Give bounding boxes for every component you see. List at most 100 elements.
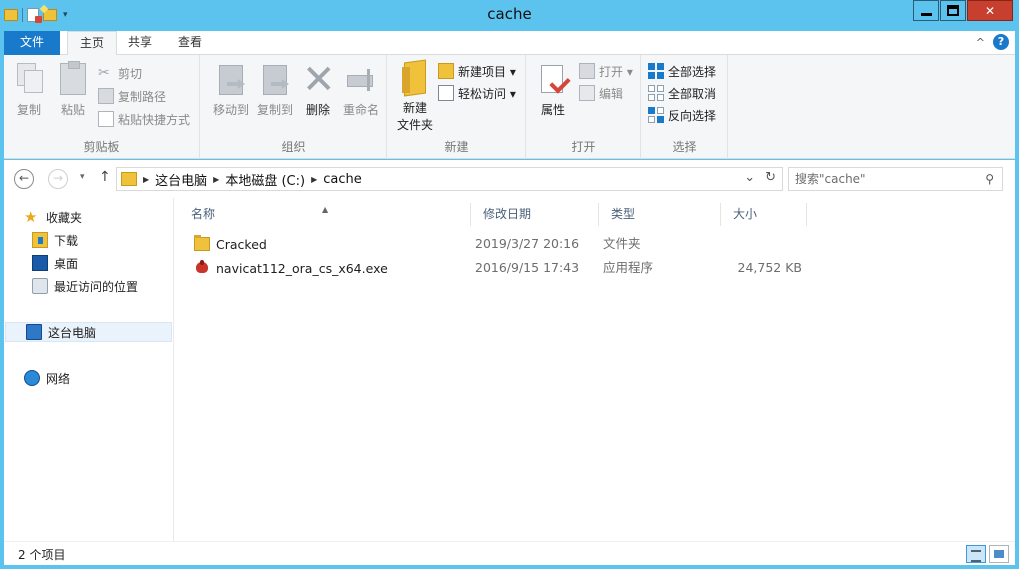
- file-type: 应用程序: [603, 260, 654, 275]
- cut-label: 剪切: [118, 66, 143, 81]
- nav-item-recent[interactable]: 最近访问的位置: [32, 276, 138, 296]
- refresh-icon[interactable]: ↻: [765, 170, 776, 185]
- window-controls: ✕: [913, 0, 1013, 21]
- search-placeholder: 搜索"cache": [795, 172, 866, 186]
- breadcrumb-separator-icon[interactable]: ▶: [143, 175, 149, 184]
- tab-share[interactable]: 共享: [116, 31, 164, 55]
- title-bar: ▾ cache ✕: [0, 0, 1019, 30]
- file-row[interactable]: navicat112_ora_cs_x64.exe 2016/9/15 17:4…: [194, 257, 1014, 279]
- open-group-label: 打开: [571, 140, 596, 154]
- breadcrumb-separator-icon[interactable]: ▶: [311, 175, 317, 184]
- nav-item-favorites[interactable]: ★ 收藏夹: [24, 207, 82, 227]
- window-title: cache: [487, 5, 532, 23]
- paste-shortcut-icon: [98, 111, 114, 127]
- breadcrumb-this-pc[interactable]: 这台电脑: [155, 170, 207, 189]
- edit-button[interactable]: 编辑: [579, 83, 623, 103]
- select-none-icon: [648, 85, 664, 101]
- select-group: 全部选择 全部取消 反向选择 选择: [642, 55, 728, 159]
- file-list: ▲ 名称 修改日期 类型 大小 Cracked 2019/3/27 20:16 …: [179, 198, 1015, 541]
- scissors-icon: ✂: [98, 65, 110, 81]
- close-icon: ✕: [984, 3, 996, 18]
- copy-to-label: 复制到: [256, 103, 293, 117]
- help-icon[interactable]: ?: [993, 34, 1009, 50]
- invert-selection-button[interactable]: 反向选择: [648, 105, 716, 125]
- copy-path-label: 复制路径: [118, 89, 167, 104]
- up-arrow-icon[interactable]: ↑: [99, 169, 111, 185]
- select-all-icon: [648, 63, 664, 79]
- nav-item-desktop[interactable]: 桌面: [32, 253, 78, 273]
- select-none-button[interactable]: 全部取消: [648, 83, 716, 103]
- delete-x-icon: ✕: [302, 57, 336, 103]
- properties-button[interactable]: 属性: [535, 63, 571, 118]
- search-input[interactable]: 搜索"cache" ⚲: [788, 167, 1003, 191]
- delete-button[interactable]: ✕ 删除: [301, 60, 336, 118]
- address-bar[interactable]: ▶ 这台电脑 ▶ 本地磁盘 (C:) ▶ cache ⌄ ↻: [116, 167, 783, 191]
- new-folder-big-icon: [400, 61, 430, 93]
- file-name: navicat112_ora_cs_x64.exe: [216, 260, 388, 276]
- collapse-ribbon-icon[interactable]: ^: [976, 36, 985, 49]
- navigation-pane: ★ 收藏夹 下载 桌面 最近访问的位置 这台电脑 网络: [4, 198, 174, 541]
- column-header-size[interactable]: 大小: [721, 203, 807, 226]
- breadcrumb-separator-icon[interactable]: ▶: [213, 175, 219, 184]
- rename-button[interactable]: 重命名: [339, 63, 383, 118]
- easy-access-label: 轻松访问 ▾: [458, 86, 516, 101]
- open-group: 属性 打开 ▾ 编辑 打开: [527, 55, 641, 159]
- address-history-chevron-icon[interactable]: ⌄: [744, 170, 755, 185]
- open-label: 打开 ▾: [599, 64, 633, 79]
- details-view-icon[interactable]: [966, 545, 986, 563]
- move-to-label: 移动到: [212, 103, 249, 117]
- copy-button[interactable]: 复制: [12, 63, 46, 118]
- tab-home[interactable]: 主页: [67, 31, 118, 56]
- tab-view[interactable]: 查看: [166, 31, 214, 55]
- minimize-icon: [920, 13, 932, 16]
- select-none-label: 全部取消: [668, 86, 717, 101]
- minimize-button[interactable]: [913, 0, 939, 21]
- column-header-name[interactable]: ▲ 名称: [179, 203, 471, 226]
- new-item-button[interactable]: 新建项目 ▾: [438, 61, 516, 81]
- forward-button[interactable]: →: [48, 169, 68, 189]
- copy-icon: [17, 63, 43, 93]
- open-button[interactable]: 打开 ▾: [579, 61, 633, 81]
- move-to-button[interactable]: 移动到: [209, 63, 253, 118]
- copy-label: 复制: [16, 103, 41, 117]
- network-icon: [24, 370, 40, 386]
- large-icons-view-icon[interactable]: [989, 545, 1009, 563]
- file-row[interactable]: Cracked 2019/3/27 20:16 文件夹: [194, 233, 1014, 255]
- breadcrumb-local-disk[interactable]: 本地磁盘 (C:): [225, 170, 305, 189]
- file-name: Cracked: [216, 236, 267, 252]
- select-all-button[interactable]: 全部选择: [648, 61, 716, 81]
- nav-item-this-pc[interactable]: 这台电脑: [5, 322, 172, 342]
- properties-check-icon: [539, 63, 567, 95]
- new-item-label: 新建项目 ▾: [458, 64, 516, 79]
- cut-button[interactable]: ✂ 剪切: [98, 63, 142, 83]
- new-group-label: 新建: [444, 140, 469, 154]
- clipboard-group: 复制 粘贴 ✂ 剪切 复制路径 粘贴快捷方式 剪贴板: [4, 55, 200, 159]
- nav-label-favorites: 收藏夹: [46, 210, 83, 225]
- nav-item-downloads[interactable]: 下载: [32, 230, 78, 250]
- recent-locations-chevron-icon[interactable]: ▾: [80, 172, 85, 182]
- new-folder-button[interactable]: 新建 文件夹: [394, 61, 436, 133]
- paste-label: 粘贴: [60, 103, 85, 117]
- select-all-label: 全部选择: [668, 64, 717, 79]
- column-header-type[interactable]: 类型: [599, 203, 721, 226]
- maximize-button[interactable]: [940, 0, 966, 21]
- item-count: 2 个项目: [18, 548, 66, 562]
- ribbon-right-controls: ^ ?: [976, 34, 1009, 50]
- easy-access-button[interactable]: 轻松访问 ▾: [438, 83, 516, 103]
- column-header-type-label: 类型: [611, 207, 636, 221]
- paste-button[interactable]: 粘贴: [56, 61, 90, 118]
- nav-item-network[interactable]: 网络: [24, 368, 70, 388]
- sort-ascending-icon: ▲: [322, 205, 329, 214]
- copy-path-button[interactable]: 复制路径: [98, 86, 166, 106]
- downloads-icon: [32, 232, 48, 248]
- breadcrumb-cache[interactable]: cache: [323, 172, 362, 187]
- back-button[interactable]: ←: [14, 169, 34, 189]
- copy-to-button[interactable]: 复制到: [253, 63, 297, 118]
- search-icon[interactable]: ⚲: [985, 168, 994, 190]
- organize-group: 移动到 复制到 ✕ 删除 重命名 组织: [201, 55, 387, 159]
- column-header-size-label: 大小: [733, 207, 758, 221]
- close-button[interactable]: ✕: [967, 0, 1013, 21]
- column-header-modified[interactable]: 修改日期: [471, 203, 599, 226]
- tab-file[interactable]: 文件: [4, 31, 60, 55]
- paste-shortcut-button[interactable]: 粘贴快捷方式: [98, 109, 190, 129]
